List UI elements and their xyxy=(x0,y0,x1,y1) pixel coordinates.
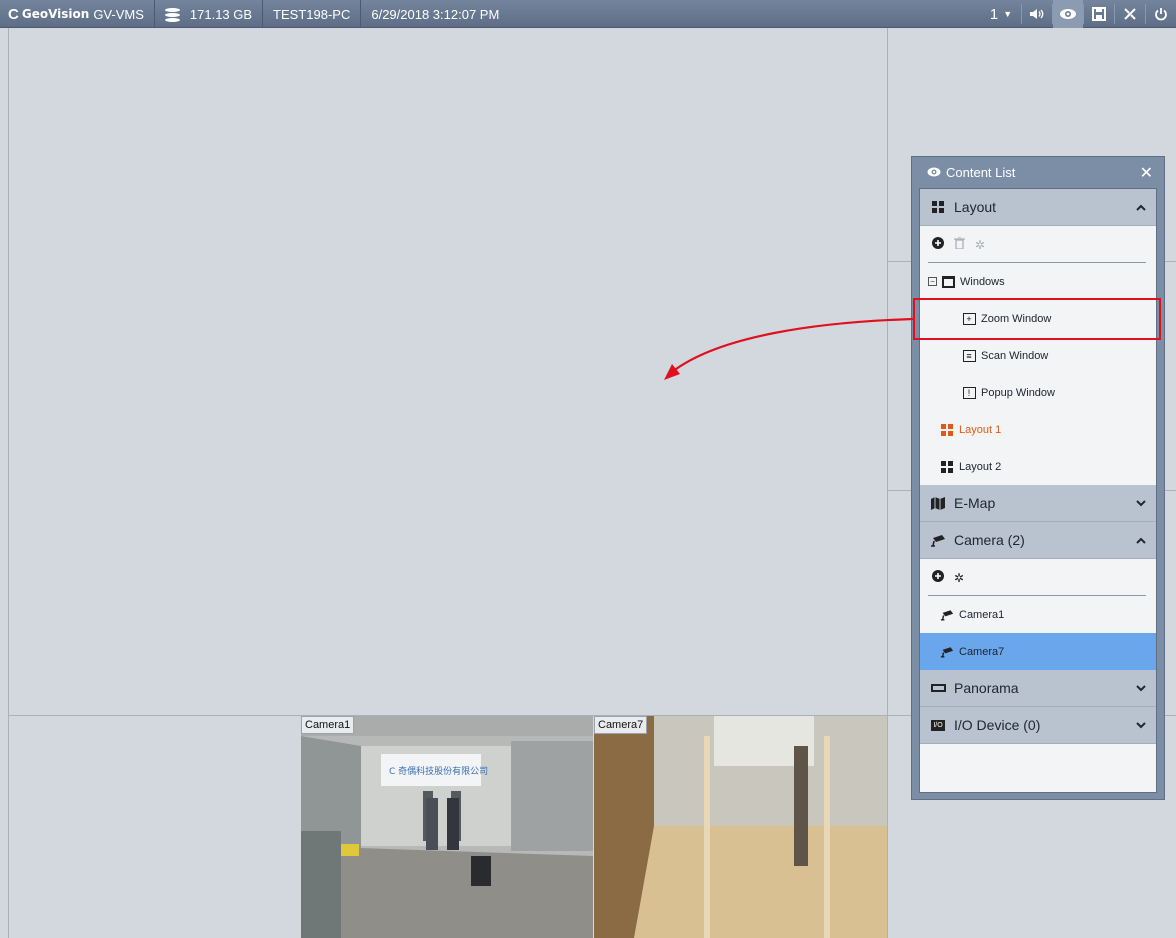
popup-window-icon: ! xyxy=(962,386,976,399)
camera-view-camera7[interactable]: Camera7 xyxy=(594,716,887,938)
chevron-up-icon xyxy=(1136,532,1146,547)
power-icon xyxy=(1155,8,1167,21)
camera-view-camera1[interactable]: C 奇偶科技股份有限公司 Camera1 xyxy=(301,716,593,938)
trash-icon[interactable] xyxy=(954,236,965,252)
camera-toolbar: ✲ xyxy=(920,559,1156,596)
camera7-feed-image xyxy=(594,716,887,938)
section-label-io-device: I/O Device (0) xyxy=(954,717,1041,733)
gear-icon[interactable]: ✲ xyxy=(975,238,985,252)
floppy-disk-icon xyxy=(1092,7,1106,21)
list-item-label: Scan Window xyxy=(981,349,1049,362)
list-item-label: Camera7 xyxy=(959,645,1005,658)
separator xyxy=(153,0,155,28)
database-icon xyxy=(164,7,180,22)
eye-icon xyxy=(1060,9,1076,19)
panel-header: Content List ✕ xyxy=(919,157,1157,188)
section-header-panorama[interactable]: Panorama xyxy=(920,670,1156,707)
panel-title: Content List xyxy=(946,165,1016,180)
io-device-icon: I/O xyxy=(931,719,945,731)
monitor-select-value: 1 xyxy=(989,5,999,23)
svg-text:C 奇偶科技股份有限公司: C 奇偶科技股份有限公司 xyxy=(389,765,488,777)
add-circle-icon[interactable] xyxy=(932,237,944,252)
top-bar: C GeoVision GV-VMS 171.13 GB TEST198-PC … xyxy=(0,0,1176,28)
brand-name: GeoVision xyxy=(21,7,90,21)
content-list-panel: Content List ✕ Layout ✲ − Windows + Zoom… xyxy=(911,156,1165,800)
scan-window-icon: ≡ xyxy=(962,349,976,362)
list-item-scan-window[interactable]: ≡ Scan Window xyxy=(920,337,1156,374)
tools-icon xyxy=(1124,8,1136,20)
close-icon[interactable]: ✕ xyxy=(1140,163,1153,183)
list-item-popup-window[interactable]: ! Popup Window xyxy=(920,374,1156,411)
list-item-camera7[interactable]: Camera7 xyxy=(920,633,1156,670)
map-icon xyxy=(930,496,946,510)
chevron-down-icon: ▼ xyxy=(1003,9,1013,19)
gear-icon[interactable]: ✲ xyxy=(954,571,964,585)
camera7-label: Camera7 xyxy=(594,716,648,734)
speaker-button[interactable] xyxy=(1022,0,1052,28)
section-header-layout[interactable]: Layout xyxy=(920,189,1156,226)
chevron-up-icon xyxy=(1136,199,1146,214)
panorama-icon xyxy=(930,684,946,692)
chevron-down-icon xyxy=(1136,495,1146,510)
section-label-camera: Camera (2) xyxy=(954,532,1025,548)
grid-divider xyxy=(8,28,9,938)
section-header-emap[interactable]: E-Map xyxy=(920,485,1156,522)
section-label-layout: Layout xyxy=(954,199,997,215)
host-name: TEST198-PC xyxy=(273,6,351,22)
list-item-label: Popup Window xyxy=(981,386,1055,399)
section-label-emap: E-Map xyxy=(954,495,996,511)
speaker-icon xyxy=(1030,9,1044,19)
grid-divider xyxy=(887,28,888,938)
layout-grid-icon xyxy=(940,460,954,473)
window-icon xyxy=(941,275,955,288)
tree-node-windows-label: Windows xyxy=(960,275,1005,288)
collapse-icon[interactable]: − xyxy=(928,277,937,286)
camera-icon xyxy=(930,534,946,547)
eye-icon xyxy=(927,165,941,180)
save-button[interactable] xyxy=(1084,0,1114,28)
section-header-io-device[interactable]: I/O I/O Device (0) xyxy=(920,707,1156,744)
camera-icon xyxy=(940,645,954,658)
layout-grid-icon xyxy=(940,423,954,436)
layout-toolbar: ✲ xyxy=(920,226,1156,263)
section-header-camera[interactable]: Camera (2) xyxy=(920,522,1156,559)
power-button[interactable] xyxy=(1146,0,1176,28)
camera1-feed-image: C 奇偶科技股份有限公司 xyxy=(301,716,593,938)
date-time: 6/29/2018 3:12:07 PM xyxy=(371,6,500,22)
chevron-down-icon xyxy=(1136,680,1146,695)
content-list-toggle-button[interactable] xyxy=(1053,0,1083,28)
list-item-layout-2[interactable]: Layout 2 xyxy=(920,448,1156,485)
camera1-label: Camera1 xyxy=(301,716,355,734)
list-item-camera1[interactable]: Camera1 xyxy=(920,596,1156,633)
separator xyxy=(262,0,264,28)
tree-node-windows[interactable]: − Windows xyxy=(920,263,1156,300)
geovision-logo-icon: C xyxy=(8,5,19,23)
list-item-label: Layout 1 xyxy=(959,423,1002,436)
annotation-highlight-box xyxy=(913,298,1161,340)
separator xyxy=(360,0,362,28)
section-label-panorama: Panorama xyxy=(954,680,1019,696)
list-item-layout-1[interactable]: Layout 1 xyxy=(920,411,1156,448)
chevron-down-icon xyxy=(1136,717,1146,732)
storage-size: 171.13 GB xyxy=(189,6,253,22)
camera-icon xyxy=(940,608,954,621)
tools-button[interactable] xyxy=(1115,0,1145,28)
panel-body: Layout ✲ − Windows + Zoom Window ≡ Scan … xyxy=(919,188,1157,793)
layout-grid-icon xyxy=(930,201,946,213)
add-circle-icon[interactable] xyxy=(932,570,944,585)
list-item-label: Camera1 xyxy=(959,608,1005,621)
product-name: GV-VMS xyxy=(93,6,144,22)
monitor-select-dropdown[interactable]: 1 ▼ xyxy=(981,0,1021,28)
list-item-label: Layout 2 xyxy=(959,460,1002,473)
